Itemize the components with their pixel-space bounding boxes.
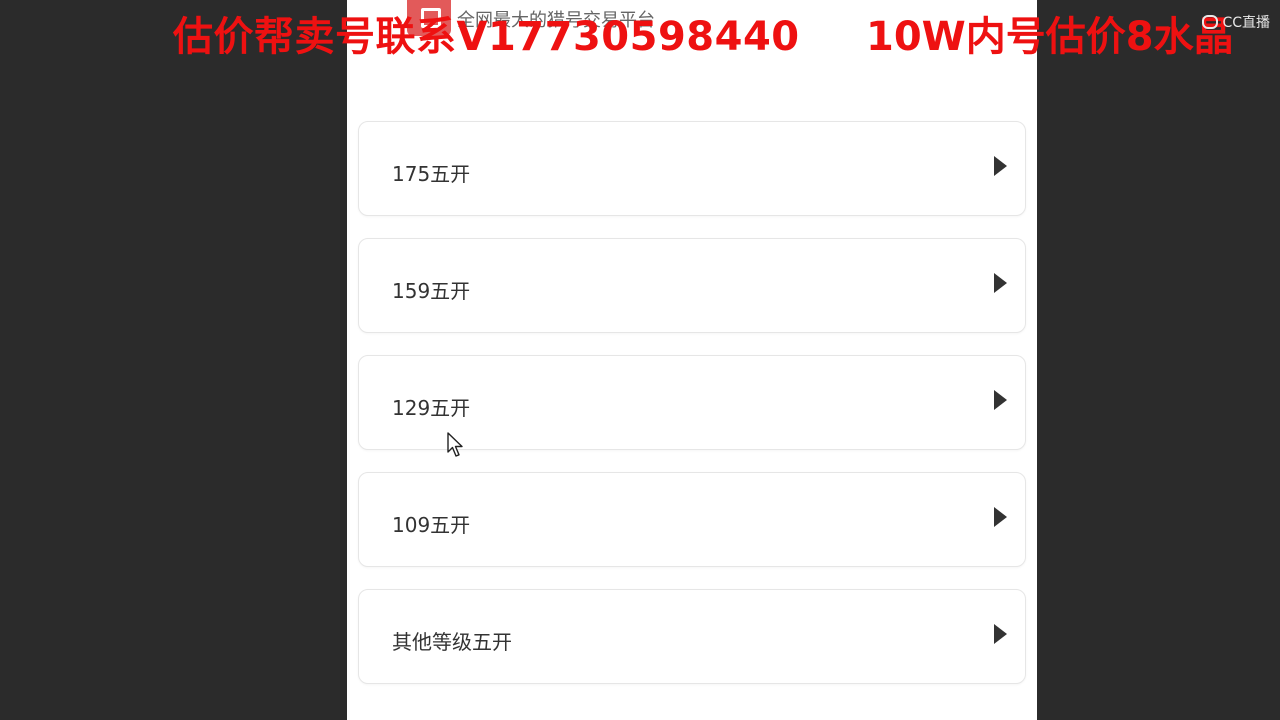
- arrow-right-icon: [994, 156, 1007, 176]
- list-item[interactable]: 其他等级五开: [358, 589, 1026, 684]
- overlay-price-text: 10W内号估价8水晶: [866, 14, 1234, 60]
- cc-logo-icon: [1202, 15, 1219, 29]
- watermark-brand: CC直播: [1222, 15, 1270, 31]
- mouse-cursor-icon: [447, 432, 463, 457]
- list-item[interactable]: 175五开: [358, 121, 1026, 216]
- list-item-label: 175五开: [392, 162, 471, 186]
- arrow-right-icon: [994, 624, 1007, 644]
- arrow-right-icon: [994, 507, 1007, 527]
- stream-watermark: CC直播: [1202, 12, 1270, 32]
- category-list: 175五开 159五开 129五开 109五开 其他等级五开: [358, 121, 1026, 706]
- list-item-label: 159五开: [392, 279, 471, 303]
- list-item-label: 其他等级五开: [392, 630, 512, 654]
- list-item-label: 109五开: [392, 513, 471, 537]
- list-item-label: 129五开: [392, 396, 471, 420]
- mobile-page: 全网最大的猎号交易平台 175五开 159五开 129五开 109五开 其他等级…: [347, 0, 1037, 720]
- stream-frame: 全网最大的猎号交易平台 175五开 159五开 129五开 109五开 其他等级…: [0, 0, 1280, 720]
- overlay-contact-text: 估价帮卖号联系V17730598440: [173, 14, 800, 60]
- list-item[interactable]: 109五开: [358, 472, 1026, 567]
- arrow-right-icon: [994, 273, 1007, 293]
- arrow-right-icon: [994, 390, 1007, 410]
- list-item[interactable]: 159五开: [358, 238, 1026, 333]
